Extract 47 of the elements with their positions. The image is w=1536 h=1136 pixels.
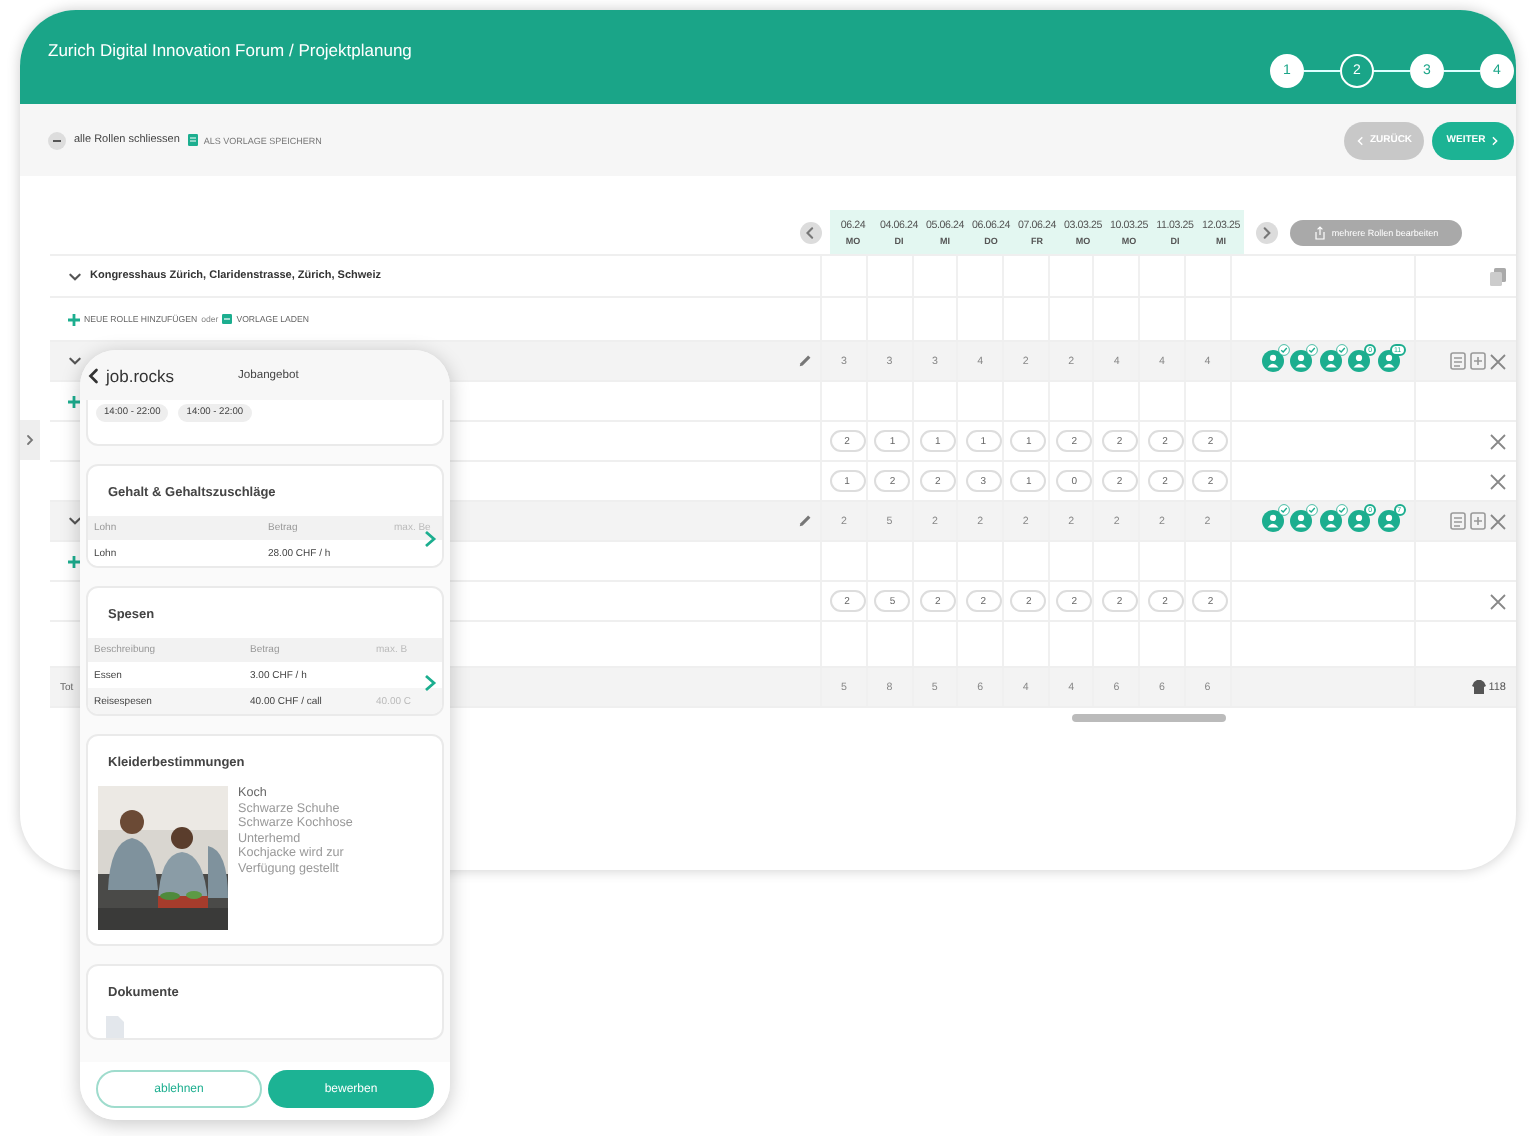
close-icon[interactable] xyxy=(1490,353,1507,369)
window-title: Zurich Digital Innovation Forum / Projektplanung xyxy=(48,40,414,60)
pencil-icon[interactable] xyxy=(798,354,813,368)
chevron-right-icon[interactable] xyxy=(422,674,438,692)
plus-icon[interactable] xyxy=(68,555,80,567)
chevron-down-icon xyxy=(68,269,82,283)
plus-icon[interactable] xyxy=(68,313,80,325)
collapse-icon[interactable] xyxy=(48,131,66,149)
person-icon[interactable] xyxy=(1261,350,1284,372)
scrollbar-thumb[interactable] xyxy=(1072,714,1226,722)
person-icon[interactable] xyxy=(1348,350,1371,372)
copy-icon[interactable] xyxy=(1490,267,1507,285)
sidebar-toggle[interactable] xyxy=(20,420,40,460)
person-icon[interactable] xyxy=(1319,510,1342,532)
chevron-left-icon xyxy=(1355,135,1366,145)
document-icon[interactable] xyxy=(1450,512,1467,530)
person-icon[interactable] xyxy=(1348,510,1371,532)
plus-icon[interactable] xyxy=(68,395,80,407)
person-icon[interactable] xyxy=(1377,350,1400,372)
chevron-right-icon xyxy=(1260,225,1274,239)
close-icon[interactable] xyxy=(1490,513,1507,529)
back-icon xyxy=(86,365,104,385)
person-icon[interactable] xyxy=(1290,350,1313,372)
person-icon[interactable] xyxy=(1319,350,1342,372)
add-document-icon[interactable] xyxy=(1470,352,1487,370)
chevron-right-icon[interactable] xyxy=(422,530,438,548)
close-icon[interactable] xyxy=(1490,433,1507,449)
previous-button[interactable] xyxy=(800,221,822,243)
document-icon[interactable] xyxy=(222,314,233,324)
document-icon[interactable] xyxy=(1450,352,1467,370)
chevron-right-icon xyxy=(24,434,36,446)
person-icon[interactable] xyxy=(1261,510,1284,532)
person-icon[interactable] xyxy=(1290,510,1313,532)
chevron-down-icon xyxy=(68,514,82,528)
next-dates-button[interactable] xyxy=(1256,221,1278,243)
document-icon[interactable] xyxy=(187,134,198,146)
chevron-down-icon xyxy=(68,354,82,368)
chevron-right-icon xyxy=(1489,135,1500,145)
pencil-icon[interactable] xyxy=(798,514,813,528)
brand-label: job.rocks xyxy=(106,365,175,385)
close-icon[interactable] xyxy=(1490,593,1507,609)
add-document-icon[interactable] xyxy=(1470,512,1487,530)
jacket-icon xyxy=(1472,680,1487,694)
share-icon xyxy=(1313,225,1326,239)
person-icon[interactable] xyxy=(1377,510,1400,532)
close-icon[interactable] xyxy=(1490,473,1507,489)
chevron-left-icon xyxy=(804,225,818,239)
